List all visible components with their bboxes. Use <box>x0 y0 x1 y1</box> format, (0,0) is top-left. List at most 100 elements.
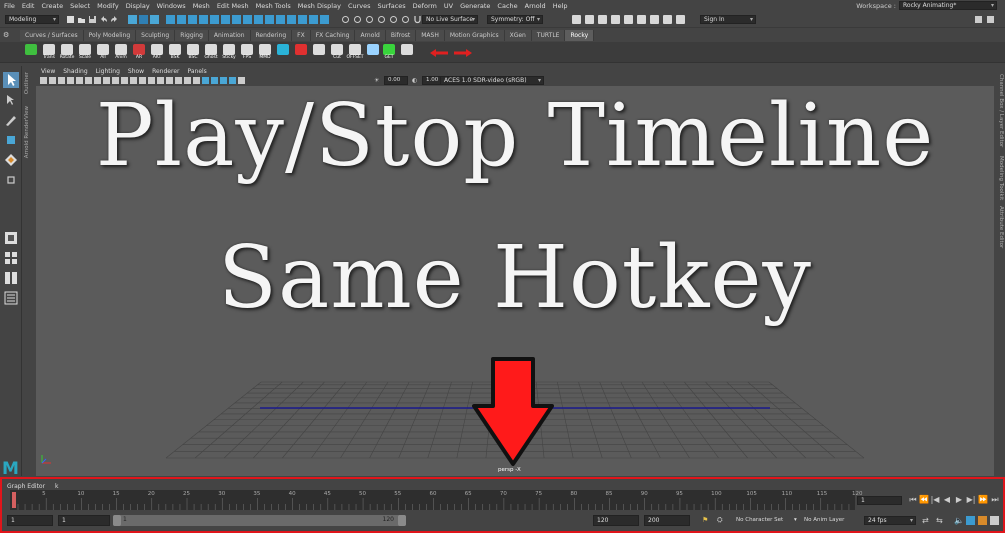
scale-tool-icon[interactable] <box>3 172 19 188</box>
mask-surfaces-icon[interactable] <box>199 15 208 24</box>
shelf-button-get[interactable]: GET <box>380 43 398 62</box>
render-setup-icon[interactable] <box>650 15 659 24</box>
shelf-button-offset[interactable]: OFFSET <box>346 43 364 62</box>
rotate-tool-icon[interactable] <box>3 152 19 168</box>
menu-edit[interactable]: Edit <box>22 2 35 10</box>
panel-menu-view[interactable]: View <box>41 68 55 75</box>
mask-joints-icon[interactable] <box>177 15 186 24</box>
select-tool-icon[interactable] <box>3 72 19 88</box>
render-frame-icon[interactable] <box>598 15 607 24</box>
shelf-button-cut[interactable]: Cut <box>328 43 346 62</box>
anti-aliasing-icon[interactable] <box>193 77 200 84</box>
workspace-dropdown[interactable]: Rocky Animating* <box>899 1 997 10</box>
shelf-tab-fx[interactable]: FX <box>292 30 311 41</box>
mask-lines-icon[interactable] <box>276 15 285 24</box>
menu-surfaces[interactable]: Surfaces <box>378 2 406 10</box>
textured-icon[interactable] <box>148 77 155 84</box>
menu-arnold[interactable]: Arnold <box>525 2 546 10</box>
shelf-button-anim[interactable]: Anim <box>112 43 130 62</box>
snap-point-icon[interactable] <box>365 15 374 24</box>
shelf-button-mmd[interactable]: MMD <box>256 43 274 62</box>
shelf-button-bsk[interactable]: BSK <box>166 43 184 62</box>
symmetry-dropdown[interactable]: Symmetry: Off <box>487 15 543 24</box>
shelf-button-akt[interactable]: AKT <box>148 43 166 62</box>
menu-uv[interactable]: UV <box>444 2 453 10</box>
ipr-render-icon[interactable] <box>611 15 620 24</box>
render-settings-icon[interactable] <box>624 15 633 24</box>
shelf-button-bsc[interactable]: BSC <box>184 43 202 62</box>
menu-generate[interactable]: Generate <box>460 2 490 10</box>
shelf-button-all[interactable]: All <box>94 43 112 62</box>
mask-curves-icon[interactable] <box>188 15 197 24</box>
time-slider-settings-icon[interactable] <box>990 516 999 525</box>
shelf-button-rotate[interactable]: Rotate <box>58 43 76 62</box>
anim-layer-arrow[interactable]: ▾ <box>794 517 797 523</box>
panel-menu-shading[interactable]: Shading <box>63 68 87 75</box>
live-surface-dropdown[interactable]: No Live Surface <box>422 15 478 24</box>
shelf-tab-sculpting[interactable]: Sculpting <box>136 30 176 41</box>
lasso-tool-icon[interactable] <box>3 92 19 108</box>
menu-mesh-tools[interactable]: Mesh Tools <box>256 2 291 10</box>
shelf-button-sticky[interactable]: Sticky <box>220 43 238 62</box>
mask-textures-icon[interactable] <box>320 15 329 24</box>
menu-modify[interactable]: Modify <box>97 2 119 10</box>
color-space-dropdown[interactable]: ACES 1.0 SDR-video (sRGB) <box>440 76 544 85</box>
open-scene-icon[interactable] <box>77 15 86 24</box>
two-pane-layout-icon[interactable] <box>3 270 19 286</box>
range-slider-start-handle[interactable] <box>113 515 121 526</box>
pause-viewport-icon[interactable] <box>676 15 685 24</box>
mask-misc-icon[interactable] <box>243 15 252 24</box>
menu-select[interactable]: Select <box>70 2 90 10</box>
shelf-button-ar[interactable]: AR <box>130 43 148 62</box>
shelf-button-tool-21[interactable] <box>398 43 416 62</box>
snap-view-plane-icon[interactable] <box>389 15 398 24</box>
resolution-gate-icon[interactable] <box>85 77 92 84</box>
shelf-tab-rendering[interactable]: Rendering <box>250 30 293 41</box>
snap-projected-center-icon[interactable] <box>377 15 386 24</box>
menu-create[interactable]: Create <box>41 2 63 10</box>
mask-cameras-icon[interactable] <box>309 15 318 24</box>
make-live-icon[interactable] <box>401 15 410 24</box>
go-to-start-icon[interactable]: ⏮ <box>908 495 918 505</box>
camera-attributes-icon[interactable] <box>40 77 47 84</box>
right-tab-channel-box-layer-editor[interactable]: Channel Box / Layer Editor <box>998 74 1004 147</box>
right-tab-attribute-editor[interactable]: Attribute Editor <box>998 206 1004 248</box>
shelf-tab-xgen[interactable]: XGen <box>504 30 532 41</box>
shelf-tab-bifrost[interactable]: Bifrost <box>385 30 417 41</box>
graph-editor-tab[interactable]: Graph Editor <box>7 483 45 490</box>
menu-curves[interactable]: Curves <box>348 2 371 10</box>
grid-toggle-icon[interactable] <box>67 77 74 84</box>
shelf-tab-turtle[interactable]: TURTLE <box>531 30 566 41</box>
anim-layer-label[interactable]: No Anim Layer <box>804 517 844 523</box>
mask-deformations-icon[interactable] <box>210 15 219 24</box>
playback-speed-icon[interactable] <box>966 516 975 525</box>
character-set-label[interactable]: No Character Set <box>736 517 783 523</box>
red-arrows-icon[interactable] <box>430 49 472 57</box>
select-object-icon[interactable] <box>139 15 148 24</box>
channel-box-icon[interactable] <box>986 15 995 24</box>
move-tool-icon[interactable] <box>3 132 19 148</box>
screen-space-ao-icon[interactable] <box>175 77 182 84</box>
menu-help[interactable]: Help <box>553 2 568 10</box>
menu-set-dropdown[interactable]: Modeling <box>5 15 59 24</box>
exposure-field[interactable]: 0.00 <box>384 76 408 85</box>
construction-history-icon[interactable] <box>585 15 594 24</box>
undo-icon[interactable] <box>99 15 108 24</box>
four-pane-layout-icon[interactable] <box>3 250 19 266</box>
left-tab-outliner[interactable]: Outliner <box>24 72 30 94</box>
go-to-end-icon[interactable]: ⏭ <box>990 495 1000 505</box>
shelf-button-tool-0[interactable] <box>22 43 40 62</box>
shelf-tab-mash[interactable]: MASH <box>416 30 445 41</box>
mask-handles-icon[interactable] <box>166 15 175 24</box>
wireframe-icon[interactable] <box>121 77 128 84</box>
hypershade-icon[interactable] <box>637 15 646 24</box>
auto-key-icon[interactable]: ⚑ <box>702 516 710 525</box>
time-ruler[interactable]: 5 10 15 20 25 30 35 40 45 50 55 60 65 70 75 80 85 90 95 100… <box>10 490 863 510</box>
mask-image-planes-icon[interactable] <box>287 15 296 24</box>
new-scene-icon[interactable] <box>66 15 75 24</box>
redo-icon[interactable] <box>110 15 119 24</box>
step-back-frame-icon[interactable]: ⏪ <box>919 495 929 505</box>
menu-cache[interactable]: Cache <box>497 2 517 10</box>
shelf-button-tool-16[interactable] <box>310 43 328 62</box>
animation-preferences-icon[interactable] <box>978 516 987 525</box>
